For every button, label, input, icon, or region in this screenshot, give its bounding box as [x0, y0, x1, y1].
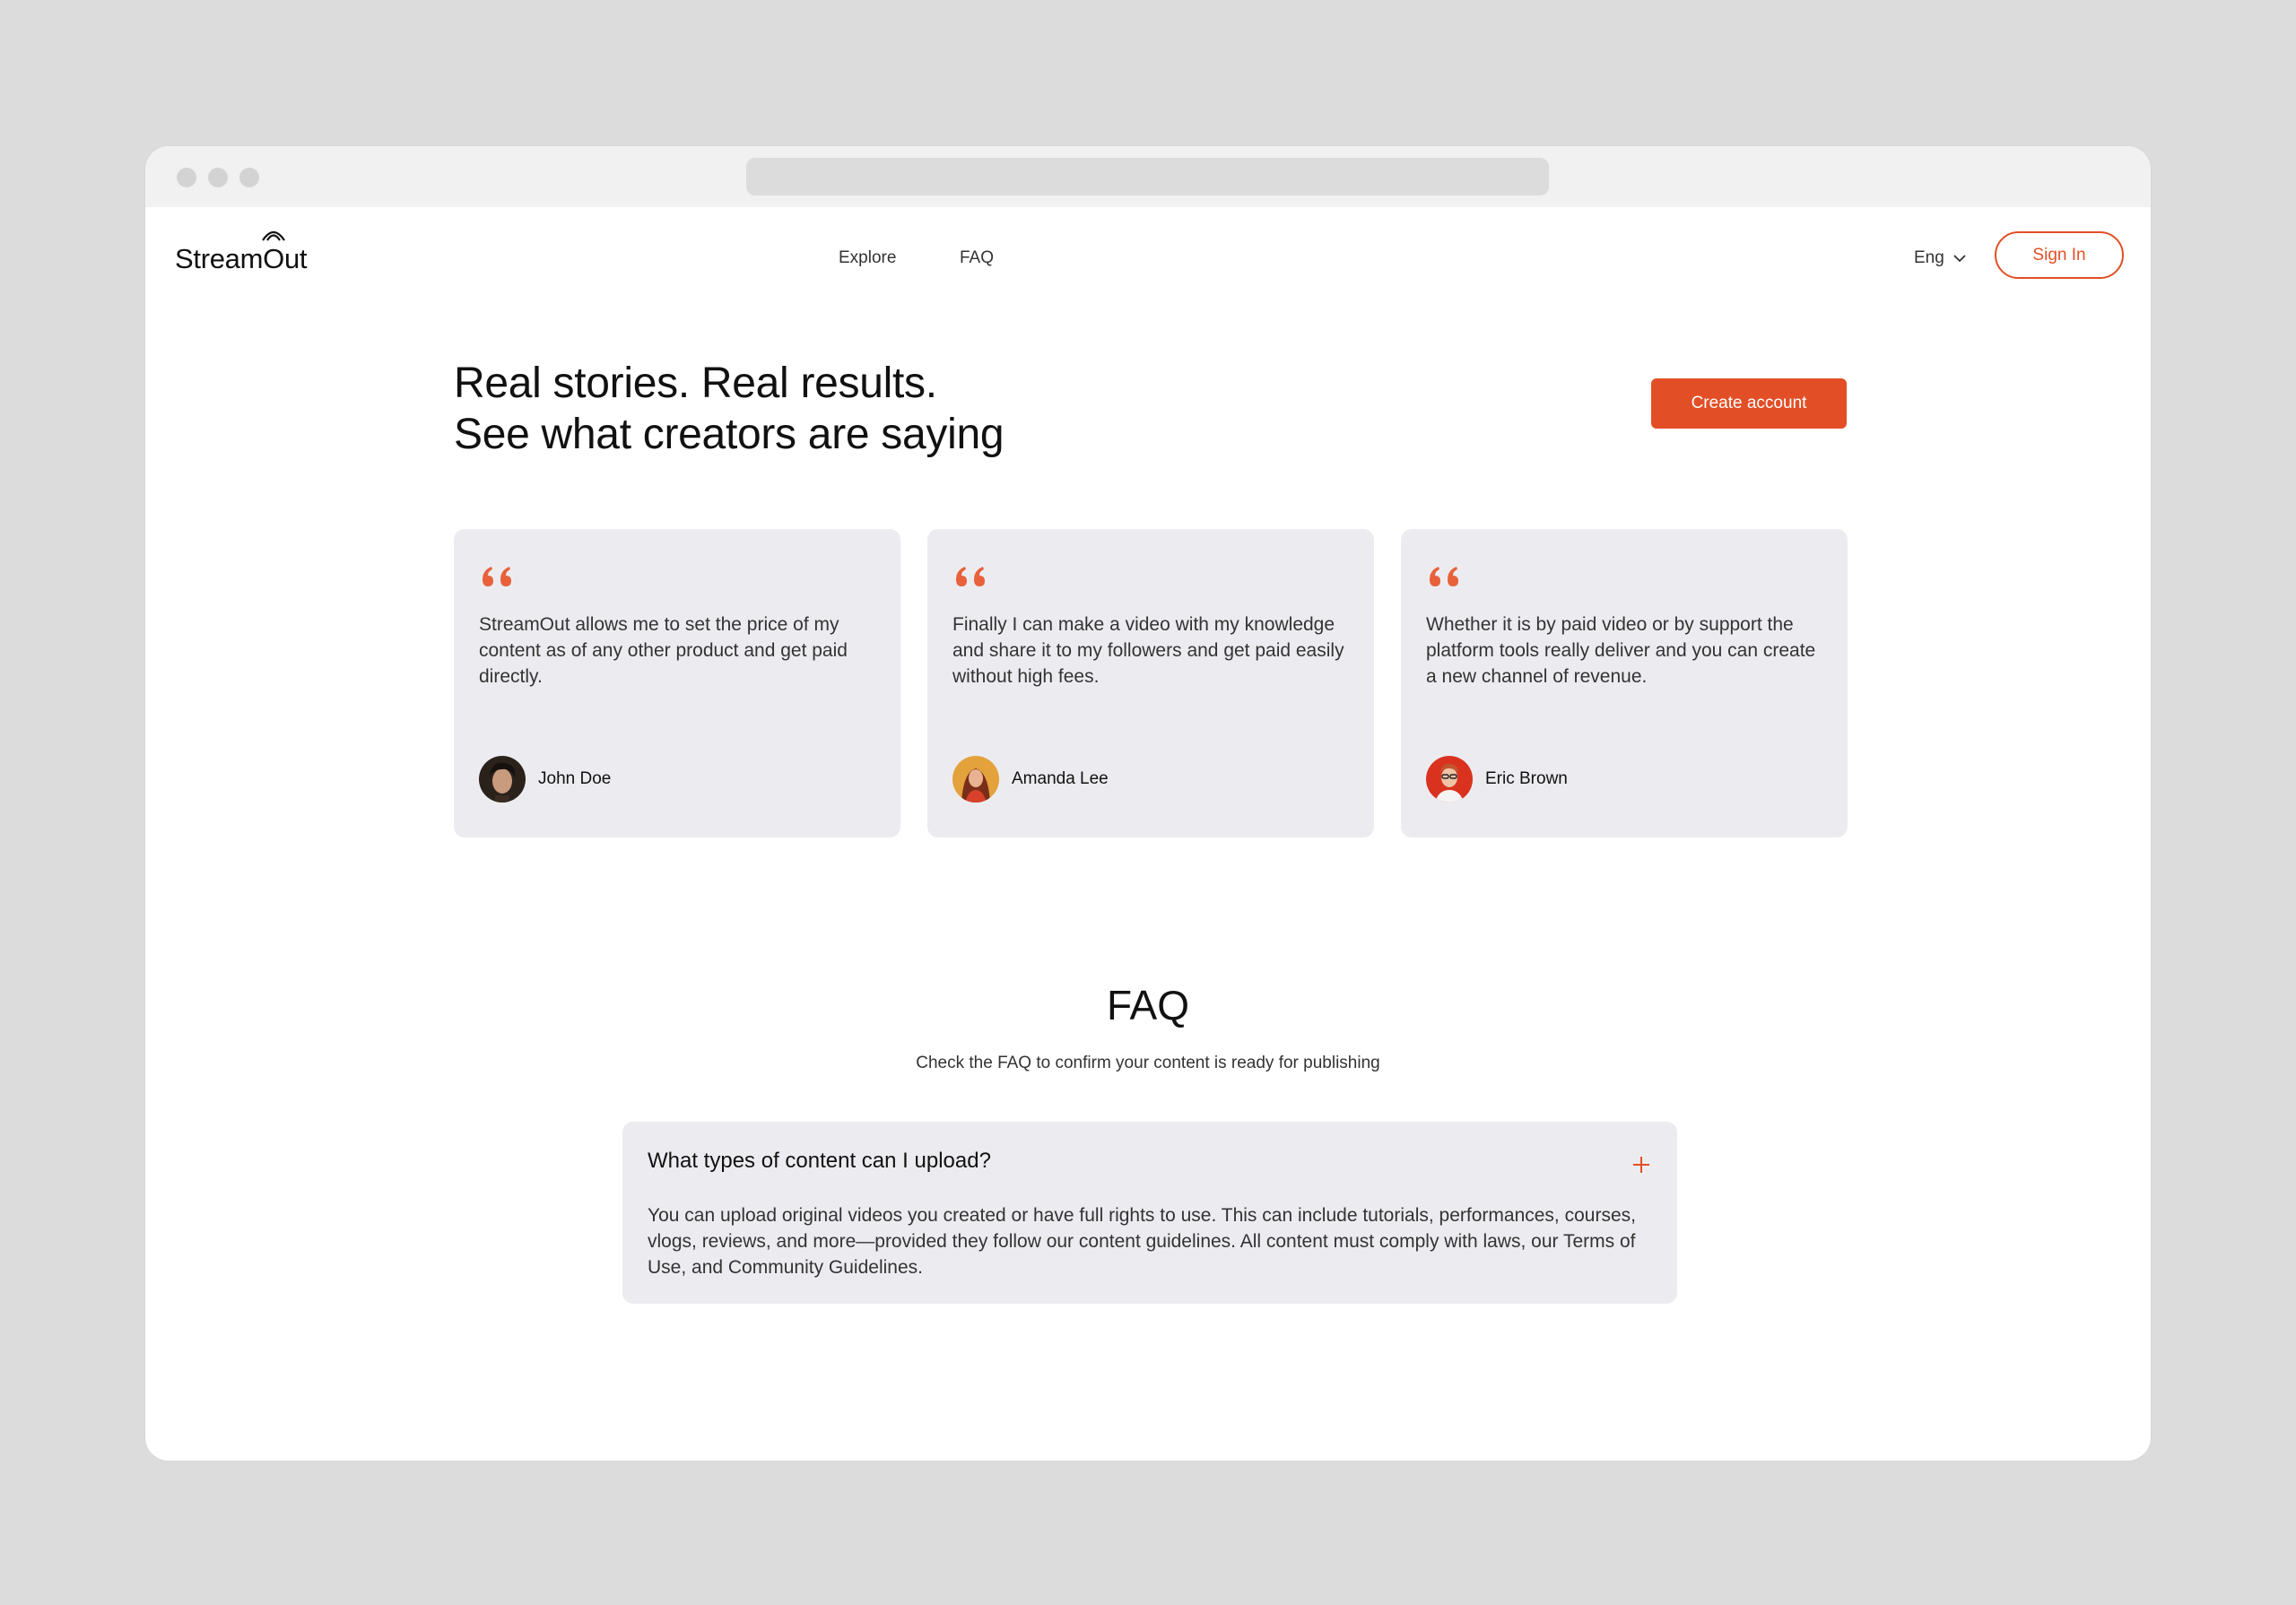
- faq-heading: FAQ: [1106, 982, 1190, 1028]
- testimonial-card: Finally I can make a video with my knowl…: [927, 529, 1374, 837]
- faq-item[interactable]: What types of content can I upload? You …: [622, 1122, 1677, 1304]
- streamout-logo[interactable]: Stream Out: [175, 230, 308, 275]
- hero-heading: Real stories. Real results. See what cre…: [454, 358, 1004, 460]
- create-account-button[interactable]: Create account: [1651, 378, 1847, 429]
- avatar: [952, 756, 999, 802]
- faq-answer: You can upload original videos you creat…: [648, 1205, 1636, 1278]
- author-name: John Doe: [538, 769, 612, 788]
- window-maximize-dot[interactable]: [239, 168, 259, 187]
- testimonial-author: Eric Brown: [1426, 756, 1568, 802]
- browser-window: Stream Out Explore FAQ Eng Sign In Real s…: [145, 146, 2151, 1461]
- testimonial-card: StreamOut allows me to set the price of …: [454, 529, 900, 837]
- author-name: Eric Brown: [1485, 769, 1568, 788]
- avatar: [479, 756, 526, 802]
- testimonial-text: Finally I can make a video with my knowl…: [952, 614, 1344, 687]
- top-navigation: Stream Out Explore FAQ Eng Sign In: [145, 207, 2151, 306]
- language-selector[interactable]: Eng: [1914, 248, 1966, 268]
- faq-question[interactable]: What types of content can I upload?: [648, 1149, 991, 1174]
- address-bar[interactable]: [746, 158, 1549, 195]
- logo-o-with-signal: O: [262, 230, 285, 275]
- testimonial-author: John Doe: [479, 756, 611, 802]
- window-close-dot[interactable]: [177, 168, 196, 187]
- hero-heading-line1: Real stories. Real results.: [454, 360, 937, 407]
- nav-explore-link[interactable]: Explore: [839, 248, 896, 268]
- chevron-down-icon: [1953, 254, 1966, 262]
- browser-chrome: [145, 146, 2151, 207]
- testimonial-text: StreamOut allows me to set the price of …: [479, 614, 848, 687]
- testimonial-text: Whether it is by paid video or by suppor…: [1426, 614, 1816, 687]
- author-name: Amanda Lee: [1012, 769, 1109, 788]
- language-label: Eng: [1914, 248, 1944, 267]
- nav-faq-link[interactable]: FAQ: [960, 248, 994, 268]
- quote-icon: [483, 567, 511, 586]
- logo-text-start: Stream: [175, 243, 264, 274]
- sign-in-button[interactable]: Sign In: [1995, 231, 2124, 279]
- logo-o-letter: O: [263, 243, 284, 274]
- avatar: [1426, 756, 1473, 802]
- hero-heading-line2: See what creators are saying: [454, 411, 1004, 458]
- signal-icon: [262, 230, 285, 241]
- window-minimize-dot[interactable]: [208, 168, 228, 187]
- testimonial-author: Amanda Lee: [952, 756, 1109, 802]
- faq-subtitle: Check the FAQ to confirm your content is…: [916, 1054, 1380, 1072]
- quote-icon: [1430, 567, 1458, 586]
- logo-text-end: ut: [283, 243, 308, 274]
- testimonial-card: Whether it is by paid video or by suppor…: [1401, 529, 1848, 837]
- quote-icon: [956, 567, 985, 586]
- plus-icon[interactable]: [1631, 1154, 1652, 1176]
